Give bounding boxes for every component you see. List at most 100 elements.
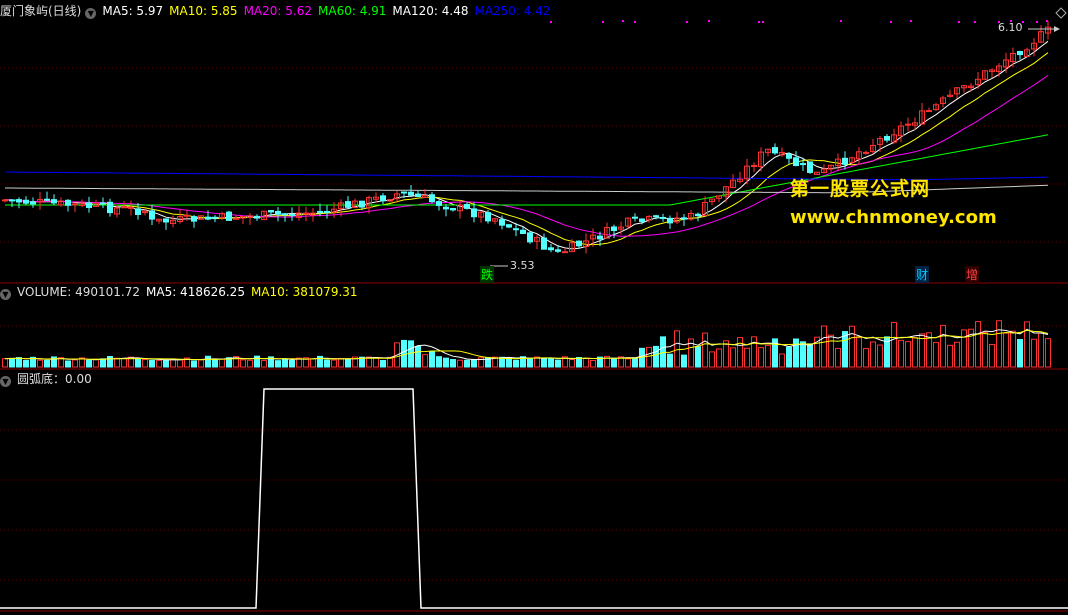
volume-bar <box>149 359 155 368</box>
ma-legend-item: MA10: 5.85 <box>169 4 238 18</box>
candle-body <box>65 199 71 206</box>
volume-bar <box>37 359 43 368</box>
volume-bar <box>380 360 386 368</box>
candle-body <box>499 219 505 226</box>
ma-legend-item: MA20: 5.62 <box>243 4 312 18</box>
volume-bar <box>632 357 638 368</box>
candle-body <box>772 147 778 154</box>
candle-body <box>611 226 617 232</box>
diamond-icon[interactable] <box>1055 7 1067 19</box>
signal-dot <box>622 20 624 22</box>
volume-bar <box>219 358 225 368</box>
volume-bar <box>961 329 967 368</box>
candle-body <box>121 206 127 209</box>
volume-bar <box>982 332 988 368</box>
volume-bar <box>891 321 897 368</box>
volume-bar <box>1031 338 1037 368</box>
candle-body <box>695 213 701 217</box>
volume-bar <box>436 356 442 368</box>
volume-bar <box>849 325 855 368</box>
signal-dot <box>840 20 842 22</box>
signal-dot <box>958 21 960 23</box>
volume-bar <box>653 345 659 368</box>
volume-bar <box>513 359 519 368</box>
candle-body <box>317 210 323 213</box>
event-tag-increase[interactable]: 增 <box>965 266 980 283</box>
event-tag-finance[interactable]: 财 <box>915 266 930 283</box>
volume-bar <box>702 332 708 368</box>
candle-body <box>359 200 365 208</box>
candle-body <box>72 203 78 206</box>
candle-body <box>436 201 442 206</box>
candle-body <box>2 199 8 202</box>
candle-body <box>464 203 470 209</box>
candle-body <box>254 215 260 219</box>
volume-bar <box>93 358 99 368</box>
volume-bar <box>555 359 561 368</box>
volume-bar <box>282 358 288 368</box>
volume-bar <box>100 358 106 368</box>
volume-bar <box>261 360 267 368</box>
candle-body <box>44 198 50 201</box>
volume-bar <box>289 359 295 368</box>
volume-bars <box>2 320 1051 368</box>
candle-body <box>471 208 477 218</box>
volume-bar <box>877 344 883 368</box>
signal-dot <box>634 21 636 23</box>
volume-bar <box>422 354 428 368</box>
candle-body <box>51 199 57 204</box>
volume-bar <box>107 355 113 368</box>
volume-bar <box>142 359 148 368</box>
candle-body <box>30 201 36 205</box>
dropdown-icon[interactable]: ▼ <box>0 376 11 387</box>
signal-dot <box>708 20 710 22</box>
volume-bar <box>821 325 827 368</box>
volume-bar <box>1010 330 1016 368</box>
volume-panel-header: ▼ VOLUME: 490101.72 MA5: 418626.25 MA10: 38… <box>0 284 364 300</box>
candle-body <box>23 199 29 204</box>
candle-body <box>576 240 582 247</box>
candle-body <box>107 201 113 214</box>
candle-body <box>926 110 932 113</box>
volume-bar <box>709 351 715 368</box>
volume-bar <box>786 346 792 368</box>
volume-bar <box>9 357 15 368</box>
volume-bar <box>527 357 533 368</box>
volume-bar <box>548 357 554 368</box>
dropdown-icon[interactable]: ▼ <box>85 8 97 19</box>
signal-dot <box>758 21 760 23</box>
volume-bar <box>429 351 435 368</box>
low-price-label: 3.53 <box>510 259 535 272</box>
signal-dot <box>602 21 604 23</box>
candle-body <box>184 214 190 217</box>
dropdown-icon[interactable]: ▼ <box>0 289 11 300</box>
volume-bar <box>569 359 575 368</box>
volume-bar <box>870 341 876 368</box>
volume-bar <box>751 336 757 368</box>
ma-legend-item: MA120: 4.48 <box>392 4 469 18</box>
volume-bar <box>338 357 344 368</box>
volume-bar <box>240 359 246 368</box>
volume-bar <box>1017 339 1023 368</box>
volume-bar <box>842 331 848 368</box>
volume-bar <box>1038 332 1044 368</box>
candle-body <box>268 209 274 213</box>
candle-body <box>632 216 638 219</box>
volume-bar <box>730 347 736 368</box>
candle-body <box>233 217 239 220</box>
stock-title[interactable]: 厦门象屿(日线) <box>0 4 81 18</box>
volume-bar <box>1003 332 1009 368</box>
candle-body <box>135 208 141 215</box>
volume-bar <box>135 358 141 368</box>
candle-body <box>884 136 890 141</box>
volume-bar <box>177 359 183 368</box>
volume-bar <box>674 330 680 368</box>
volume-bar <box>975 321 981 368</box>
volume-bar <box>464 359 470 368</box>
event-tag-drop[interactable]: 跌 <box>480 266 495 283</box>
candle-body <box>639 218 645 222</box>
volume-bar <box>415 345 421 368</box>
candle-body <box>128 206 134 209</box>
volume-bar <box>345 358 351 368</box>
candle-body <box>506 224 512 228</box>
